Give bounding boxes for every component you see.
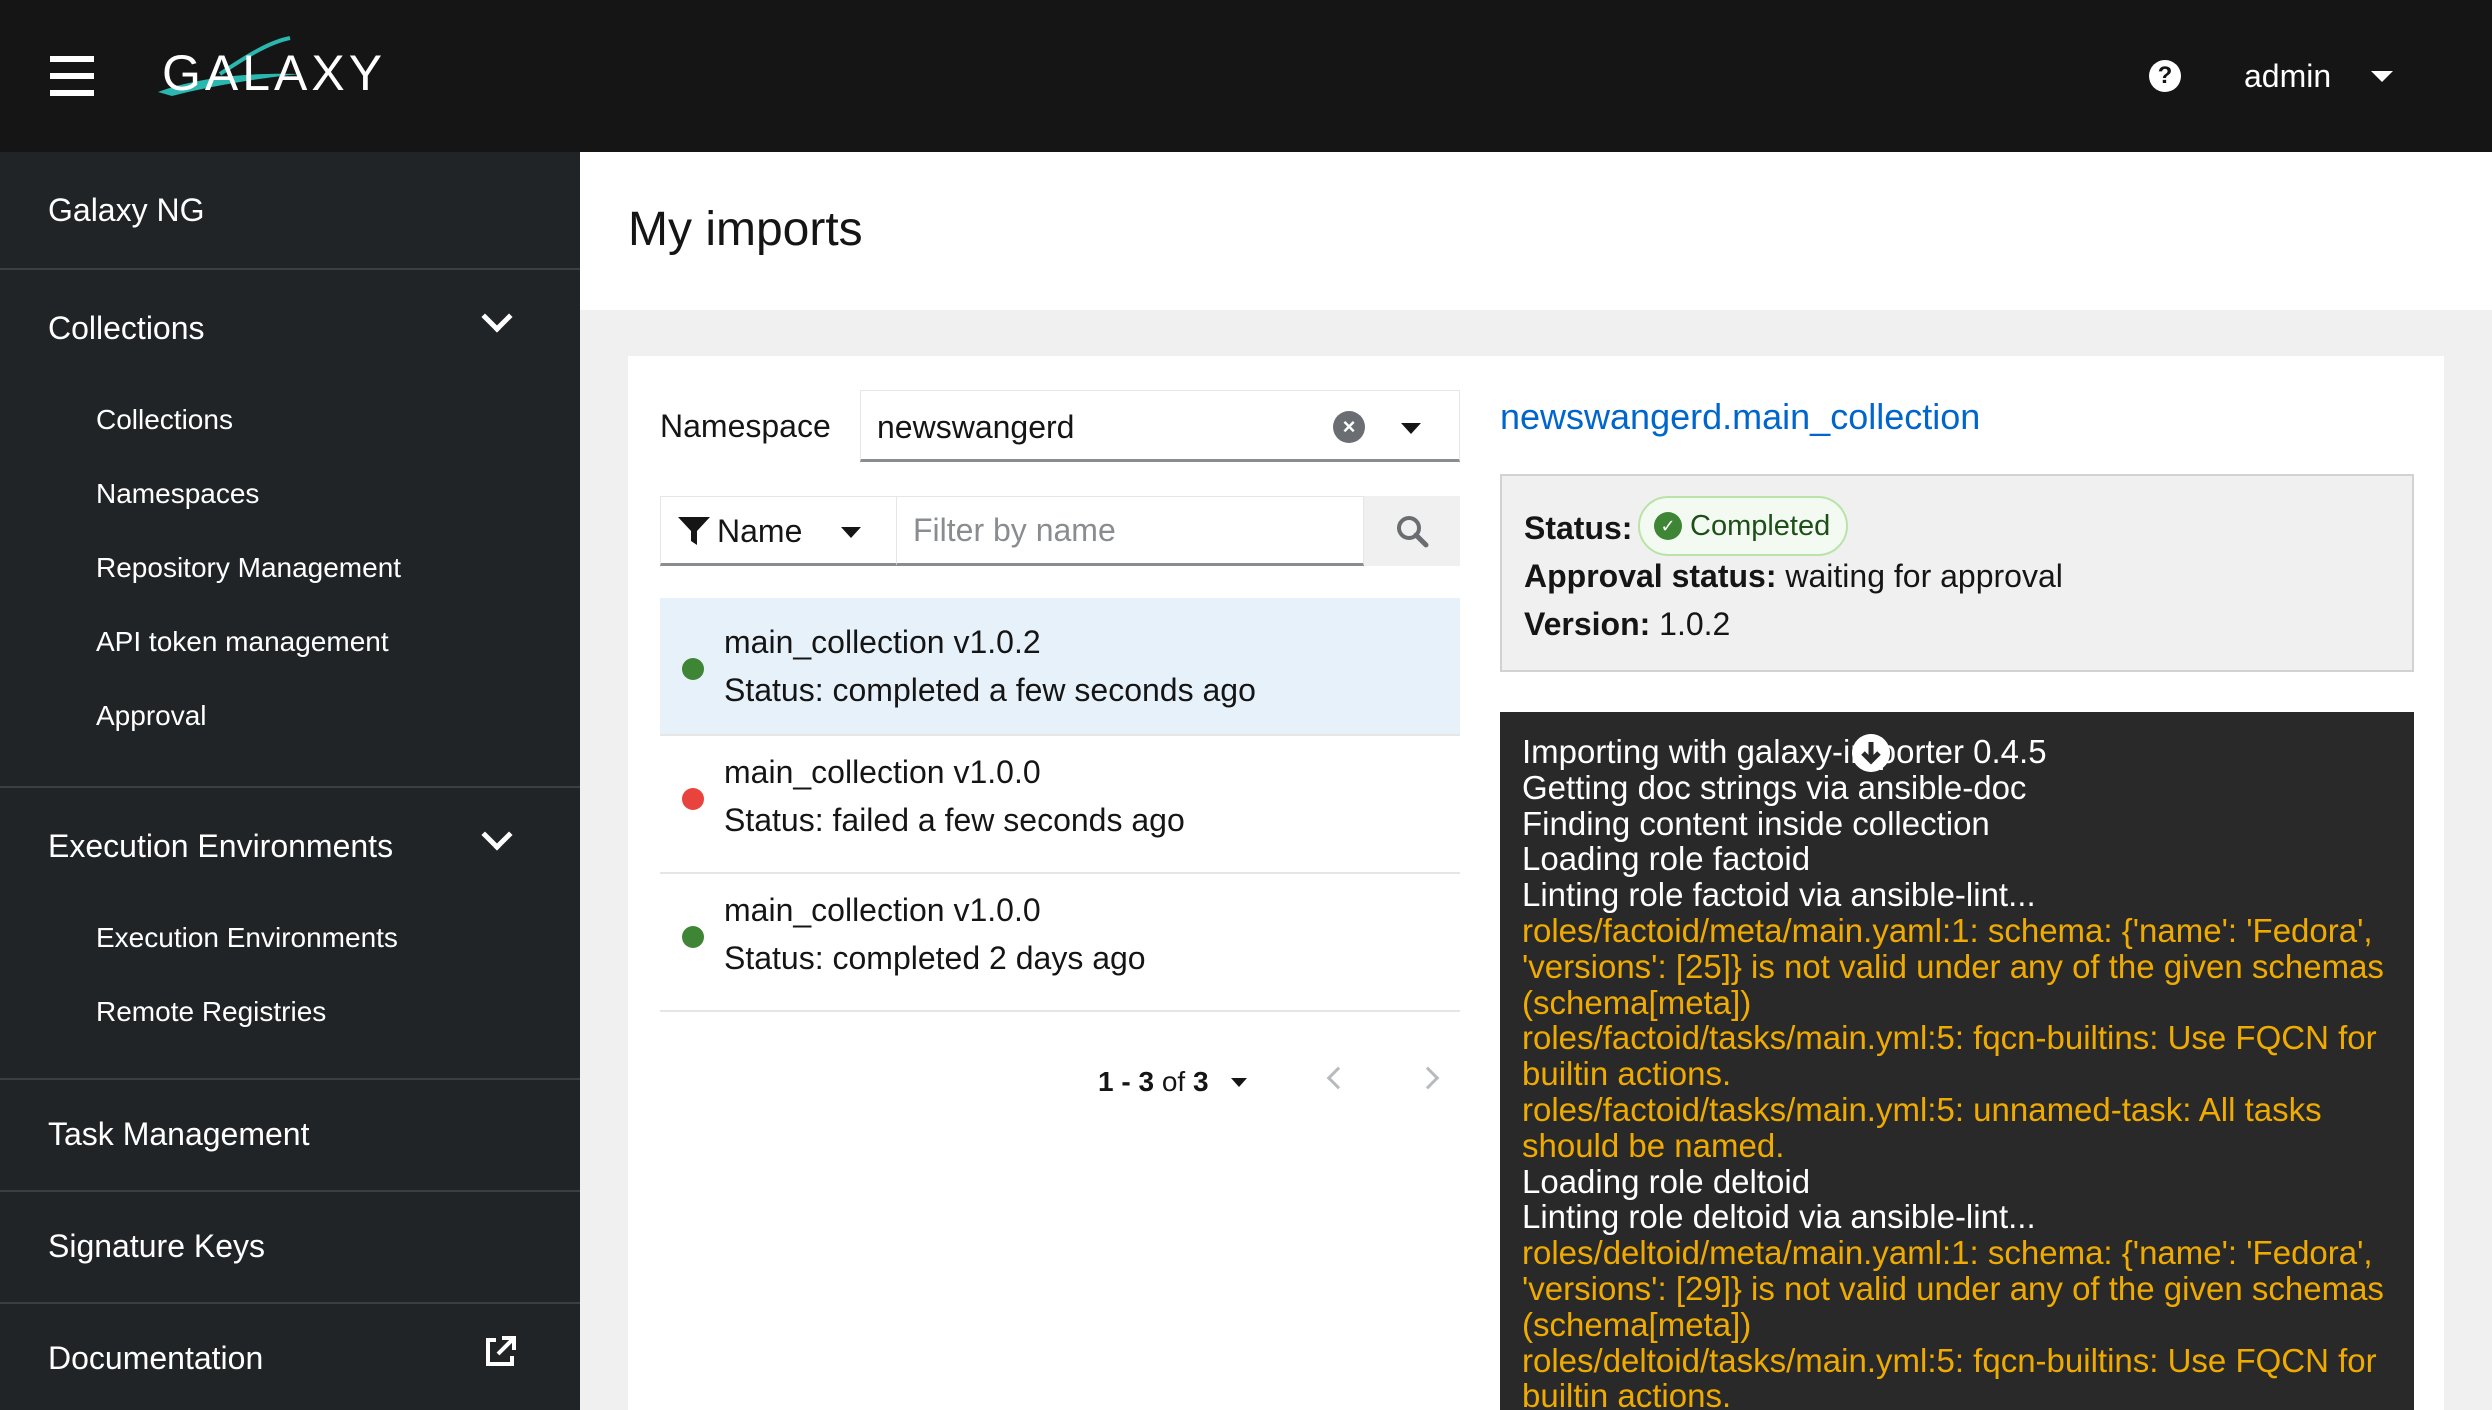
sidebar-item-label: Task Management [48,1116,310,1152]
sidebar-item-approval[interactable]: Approval [96,700,207,732]
version-value: 1.0.2 [1659,606,1731,642]
chevron-down-icon[interactable] [481,819,513,851]
sidebar-item-api-token-management[interactable]: API token management [96,626,389,658]
import-name: main_collection v1.0.0 [724,892,1041,928]
approval-status: Approval status: waiting for approval [1524,558,2063,595]
sidebar-item-signature-keys[interactable]: Signature Keys [0,1192,580,1304]
import-status: Status: failed a few seconds ago [724,802,1185,838]
status-dot-failed-icon [682,788,704,810]
log-line-warning: roles/deltoid/meta/main.yaml:1: schema: … [1522,1234,2394,1343]
status-label: Status: [1524,510,1633,546]
filter-icon [678,517,710,545]
arrow-circle-down-icon[interactable] [1852,734,1890,772]
import-list-item[interactable]: main_collection v1.0.0 Status: failed a … [660,736,1460,874]
log-line-warning: roles/factoid/tasks/main.yml:5: unnamed-… [1522,1090,2331,1164]
filter-input[interactable] [896,496,1364,566]
sidebar-item-label: Documentation [48,1340,264,1376]
check-circle-icon: ✓ [1654,512,1682,540]
approval-label: Approval status: [1524,558,1777,594]
log-line: Linting role factoid via ansible-lint... [1522,876,2036,914]
namespace-label: Namespace [660,408,831,444]
import-status: Status: completed 2 days ago [724,940,1146,976]
chevron-down-icon[interactable] [1230,1077,1247,1087]
sidebar-item-collections[interactable]: Collections [96,404,233,436]
sidebar-group-toggle-execution-environments[interactable]: Execution Environments [48,828,393,865]
pagination-toggle[interactable]: 1 - 3 of 3 [1098,1066,1209,1098]
log-line: Loading role factoid [1522,840,1811,878]
namespace-select[interactable]: newswangerd × [860,390,1460,462]
pagination-range: 1 - 3 [1098,1066,1155,1097]
external-link-icon [486,1336,516,1366]
import-log[interactable]: Importing with galaxy-importer 0.4.5 Get… [1500,712,2414,1410]
page-header: My imports [580,152,2492,310]
pagination: 1 - 3 of 3 [1098,1062,1440,1102]
status-dot-success-icon [682,658,704,680]
search-icon [1397,516,1429,548]
sidebar: Galaxy NG Collections Collections Namesp… [0,152,580,1410]
log-line-warning: roles/deltoid/tasks/main.yml:5: fqcn-bui… [1522,1341,2386,1410]
sidebar-item-task-management[interactable]: Task Management [0,1080,580,1192]
log-line: Loading role deltoid [1522,1162,1811,1200]
chevron-down-icon [2371,70,2394,82]
status-value: Completed [1690,510,1831,542]
version-label: Version: [1524,606,1651,642]
attribute-label: Name [717,513,803,549]
pagination-total: 3 [1192,1066,1209,1097]
user-menu[interactable]: admin [2244,54,2394,98]
pagination-of: of [1161,1066,1186,1097]
sidebar-item-execution-environments[interactable]: Execution Environments [96,922,398,954]
sidebar-item-remote-registries[interactable]: Remote Registries [96,996,326,1028]
sidebar-item-label: Galaxy NG [48,192,205,228]
log-line-warning: roles/factoid/tasks/main.yml:5: fqcn-bui… [1522,1019,2386,1093]
sidebar-group-execution-environments: Execution Environments Execution Environ… [0,788,580,1080]
import-name: main_collection v1.0.0 [724,754,1041,790]
namespace-value: newswangerd [877,409,1075,445]
sidebar-item-galaxy-ng[interactable]: Galaxy NG [0,152,580,270]
import-status: Status: completed a few seconds ago [724,672,1256,708]
approval-value: waiting for approval [1785,558,2063,594]
collection-link[interactable]: newswangerd.main_collection [1500,396,1980,438]
user-name: admin [2244,57,2332,94]
sidebar-group-collections: Collections Collections Namespaces Repos… [0,270,580,788]
masthead: GALAXY ? admin [0,0,2492,152]
sidebar-group-toggle-collections[interactable]: Collections [48,310,205,347]
logo-text: GALAXY [162,45,387,101]
sidebar-item-repository-management[interactable]: Repository Management [96,552,401,584]
status-dot-success-icon [682,926,704,948]
log-line: Linting role deltoid via ansible-lint... [1522,1198,2036,1236]
import-list-item[interactable]: main_collection v1.0.2 Status: completed… [660,598,1460,736]
galaxy-logo[interactable]: GALAXY [150,34,390,104]
filter-toolbar: Name [660,496,1460,566]
chevron-down-icon[interactable] [481,301,513,333]
version-row: Version: 1.0.2 [1524,606,1730,643]
chevron-down-icon [841,527,861,538]
sidebar-item-label: Signature Keys [48,1228,266,1264]
clear-icon[interactable]: × [1333,411,1365,443]
log-line: Importing with galaxy-importer 0.4.5 [1522,733,2047,770]
log-line: Getting doc strings via ansible-doc [1522,768,2027,806]
status-badge: ✓ Completed [1638,496,1849,556]
log-line: Finding content inside collection [1522,804,1990,842]
search-button[interactable] [1364,496,1460,566]
import-name: main_collection v1.0.2 [724,624,1041,660]
import-list-item[interactable]: main_collection v1.0.0 Status: completed… [660,874,1460,1012]
page-title: My imports [628,203,863,256]
help-icon[interactable]: ? [2149,60,2181,92]
log-line-warning: roles/factoid/meta/main.yaml:1: schema: … [1522,911,2394,1021]
attribute-select[interactable]: Name [660,496,896,566]
chevron-down-icon[interactable] [1401,423,1421,434]
sidebar-item-documentation[interactable]: Documentation [0,1304,580,1410]
import-summary: Status: ✓ Completed Approval status: wai… [1500,474,2414,672]
nav-toggle-button[interactable] [50,56,94,96]
sidebar-item-namespaces[interactable]: Namespaces [96,478,259,510]
